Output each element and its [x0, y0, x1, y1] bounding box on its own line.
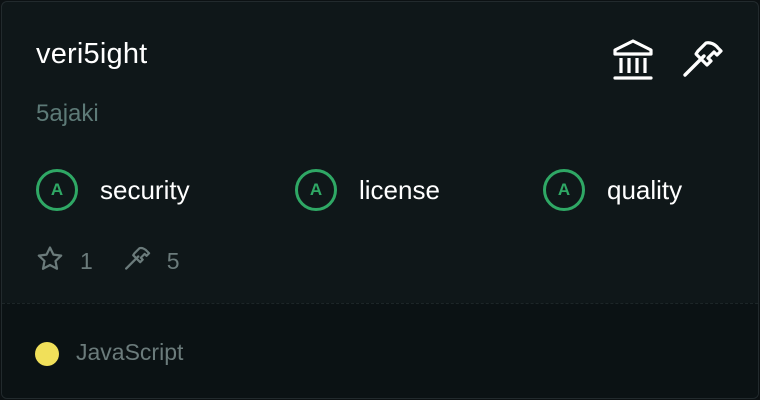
- repo-owner[interactable]: 5ajaki: [36, 100, 99, 128]
- card-footer: JavaScript: [2, 303, 758, 398]
- grade-badge: A: [295, 169, 337, 211]
- hammer-icon[interactable]: [680, 38, 724, 82]
- repo-stats: 1 5: [36, 244, 210, 278]
- grade-badge: A: [543, 169, 585, 211]
- grade-quality[interactable]: A quality: [543, 166, 682, 214]
- hammer-small-icon: [123, 245, 151, 278]
- grade-label: security: [100, 174, 190, 205]
- grades-row: A security A license A quality: [36, 166, 726, 214]
- stars-count: 1: [80, 247, 93, 274]
- grade-label: license: [359, 174, 440, 205]
- forks-count: 5: [166, 247, 180, 274]
- grade-label: quality: [607, 174, 683, 205]
- grade-badge: A: [36, 169, 78, 211]
- grade-security[interactable]: A security: [36, 166, 190, 214]
- header-icons: [612, 38, 724, 82]
- grade-license[interactable]: A license: [295, 166, 440, 214]
- repo-name[interactable]: veri5ight: [36, 38, 147, 71]
- repo-card[interactable]: veri5ight 5ajaki A security A license A …: [1, 1, 759, 399]
- forks-stat[interactable]: 5: [123, 245, 180, 278]
- language-name: JavaScript: [76, 339, 184, 365]
- institution-icon[interactable]: [612, 38, 654, 82]
- stars-stat[interactable]: 1: [36, 245, 93, 278]
- language-color-dot: [35, 342, 59, 366]
- star-icon: [36, 245, 64, 278]
